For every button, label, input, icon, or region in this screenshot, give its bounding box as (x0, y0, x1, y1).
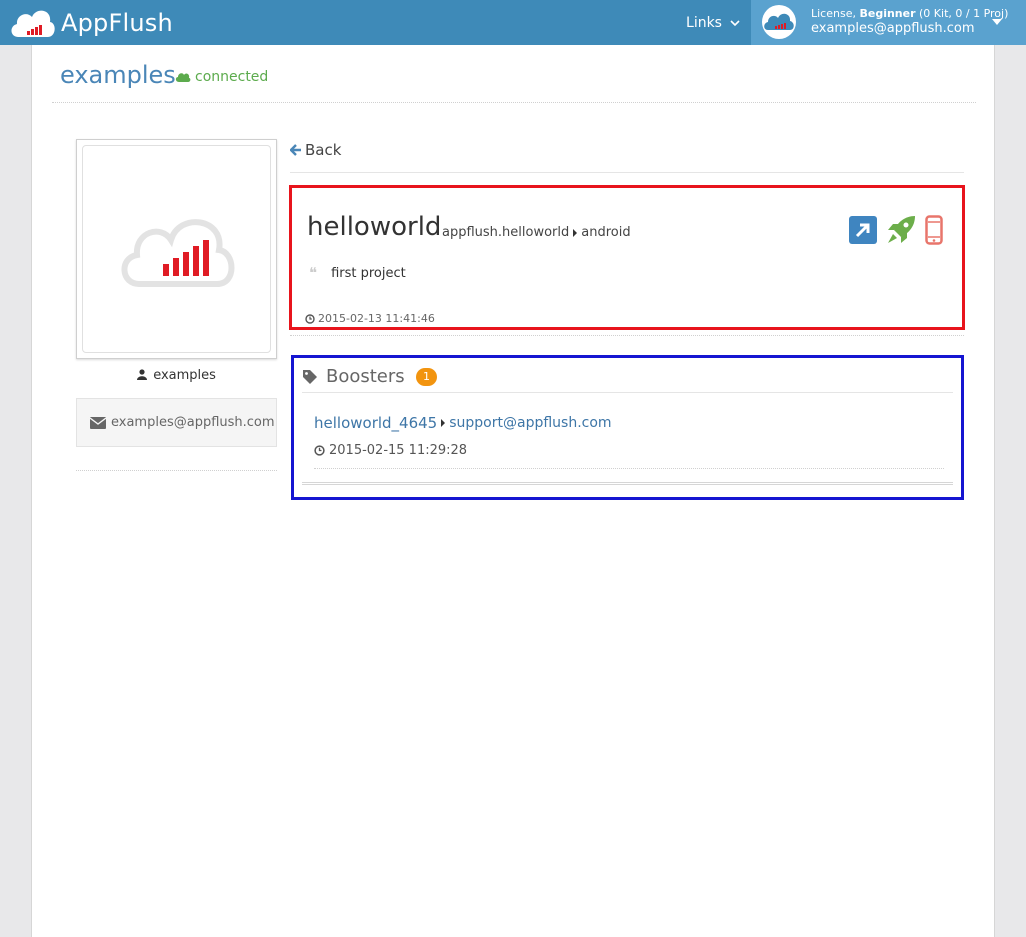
project-date: 2015-02-13 11:41:46 (305, 312, 435, 325)
back-link[interactable]: Back (290, 141, 341, 159)
left-divider (76, 470, 277, 471)
user-menu[interactable]: License, Beginner (0 Kit, 0 / 1 Proj) ex… (751, 0, 1026, 45)
booster-item-divider (314, 468, 944, 469)
project-avatar (76, 139, 277, 359)
cloud-signal-icon (121, 219, 235, 287)
boosters-heading: Boosters 1 (302, 366, 437, 387)
project-package: appflush.helloworld android (442, 225, 631, 240)
profile-username: examples (76, 368, 277, 383)
clock-icon (305, 313, 315, 324)
chevron-down-icon (730, 19, 740, 26)
user-info: License, Beginner (0 Kit, 0 / 1 Proj) ex… (811, 6, 1008, 36)
quote-left-icon: ❝ (309, 264, 318, 282)
title-divider (52, 102, 976, 103)
avatar-frame (82, 145, 271, 353)
project-actions (849, 214, 951, 246)
booster-date: 2015-02-15 11:29:28 (314, 443, 467, 458)
project-card: helloworld appflush.helloworld android ❝… (289, 185, 965, 330)
booster-item: helloworld_4645 support@appflush.com (314, 414, 612, 432)
mobile-icon[interactable] (925, 215, 943, 245)
main-panel: examples connected examples examples@app… (31, 45, 995, 937)
boosters-count-badge: 1 (416, 368, 437, 386)
booster-name-link[interactable]: helloworld_4645 (314, 414, 437, 432)
caret-right-icon (573, 228, 578, 237)
project-description: ❝ first project (309, 264, 406, 282)
project-divider (290, 335, 964, 336)
arrow-left-icon (290, 144, 301, 156)
boosters-divider (302, 392, 953, 393)
brand-name: AppFlush (61, 9, 173, 37)
tag-icon (303, 369, 317, 384)
project-name: helloworld (307, 212, 442, 242)
brand[interactable]: AppFlush (8, 3, 173, 43)
links-menu[interactable]: Links (676, 0, 750, 45)
open-external-icon[interactable] (849, 216, 877, 244)
user-email: examples@appflush.com (811, 21, 975, 36)
cloud-icon (175, 73, 191, 82)
caret-right-icon (441, 419, 446, 427)
license-info: License, Beginner (0 Kit, 0 / 1 Proj) (811, 7, 1009, 20)
links-label: Links (686, 14, 722, 31)
page-title: examples (60, 61, 176, 89)
booster-email-link[interactable]: support@appflush.com (449, 415, 611, 431)
status-text: connected (195, 69, 269, 85)
profile-email: examples@appflush.com (76, 398, 277, 447)
top-navbar: AppFlush Links License, Beginner (0 Kit,… (0, 0, 1026, 45)
boosters-panel: Boosters 1 helloworld_4645 support@appfl… (291, 355, 964, 500)
user-icon (137, 369, 148, 380)
cloud-logo-icon (11, 10, 55, 37)
clock-icon (314, 445, 325, 456)
user-avatar-icon (762, 5, 796, 39)
back-divider (290, 172, 964, 173)
envelope-icon (90, 416, 106, 429)
boosters-footer-divider (302, 482, 953, 485)
rocket-icon[interactable] (885, 214, 917, 246)
connection-status: connected (175, 69, 268, 85)
caret-down-icon (992, 19, 1002, 25)
